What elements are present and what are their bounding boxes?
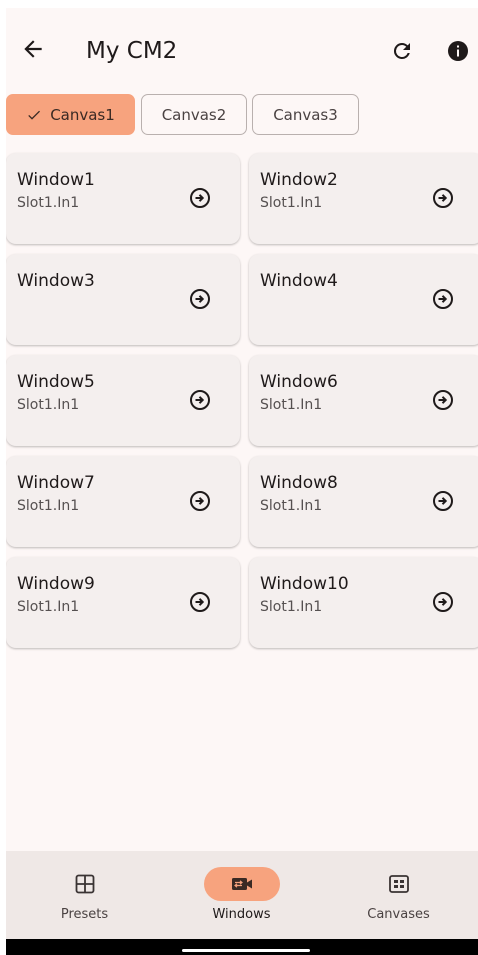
window-source: Slot1.In1 xyxy=(260,397,323,413)
window-card-5[interactable]: Window5 Slot1.In1 xyxy=(6,355,240,446)
page-title: My CM2 xyxy=(86,38,178,64)
window-name: Window2 xyxy=(260,170,338,190)
top-app-bar: My CM2 xyxy=(6,8,478,84)
app-screen: My CM2 Canvas1 Canvas2 Canvas3 Window1 S… xyxy=(6,8,478,955)
windows-switch-icon xyxy=(231,878,252,890)
nav-label: Presets xyxy=(60,907,109,922)
arrow-circle-right-icon[interactable] xyxy=(431,388,455,412)
nav-label: Windows xyxy=(212,907,271,922)
window-card-2[interactable]: Window2 Slot1.In1 xyxy=(249,153,478,244)
arrow-circle-right-icon[interactable] xyxy=(188,287,212,311)
tab-label: Canvas2 xyxy=(161,105,227,124)
window-name: Window8 xyxy=(260,473,338,493)
nav-item-canvases[interactable]: Canvases xyxy=(320,851,477,939)
tab-canvas2[interactable]: Canvas2 xyxy=(141,94,247,135)
window-name: Window4 xyxy=(260,271,338,291)
window-source: Slot1.In1 xyxy=(17,599,80,615)
check-icon xyxy=(28,110,41,120)
gesture-handle[interactable] xyxy=(182,949,310,952)
refresh-icon[interactable] xyxy=(390,39,414,63)
window-source: Slot1.In1 xyxy=(260,498,323,514)
window-source: Slot1.In1 xyxy=(260,195,323,211)
presets-layout-icon xyxy=(75,874,94,894)
window-name: Window3 xyxy=(17,271,95,291)
arrow-left-icon[interactable] xyxy=(20,36,46,62)
system-navigation-bar xyxy=(6,939,478,955)
window-name: Window5 xyxy=(17,372,95,392)
window-card-7[interactable]: Window7 Slot1.In1 xyxy=(6,456,240,547)
arrow-circle-right-icon[interactable] xyxy=(188,489,212,513)
tab-label: Canvas1 xyxy=(50,105,115,124)
arrow-circle-right-icon[interactable] xyxy=(431,590,455,614)
window-name: Window9 xyxy=(17,574,95,594)
window-card-1[interactable]: Window1 Slot1.In1 xyxy=(6,153,240,244)
arrow-circle-right-icon[interactable] xyxy=(431,186,455,210)
window-card-8[interactable]: Window8 Slot1.In1 xyxy=(249,456,478,547)
info-icon[interactable] xyxy=(446,39,470,63)
arrow-circle-right-icon[interactable] xyxy=(431,287,455,311)
window-source: Slot1.In1 xyxy=(17,397,80,413)
tab-canvas3[interactable]: Canvas3 xyxy=(252,94,359,135)
window-source: Slot1.In1 xyxy=(17,195,80,211)
canvas-tab-bar: Canvas1 Canvas2 Canvas3 xyxy=(6,94,478,136)
window-card-10[interactable]: Window10 Slot1.In1 xyxy=(249,557,478,648)
window-card-3[interactable]: Window3 xyxy=(6,254,240,345)
arrow-circle-right-icon[interactable] xyxy=(188,388,212,412)
window-name: Window7 xyxy=(17,473,95,493)
nav-item-windows[interactable]: Windows xyxy=(163,851,320,939)
window-name: Window1 xyxy=(17,170,95,190)
nav-item-presets[interactable]: Presets xyxy=(6,851,163,939)
window-source: Slot1.In1 xyxy=(17,498,80,514)
window-card-6[interactable]: Window6 Slot1.In1 xyxy=(249,355,478,446)
tab-canvas1[interactable]: Canvas1 xyxy=(6,94,135,135)
arrow-circle-right-icon[interactable] xyxy=(431,489,455,513)
window-card-4[interactable]: Window4 xyxy=(249,254,478,345)
window-name: Window10 xyxy=(260,574,349,594)
nav-label: Canvases xyxy=(367,907,430,922)
canvases-grid-icon xyxy=(388,875,409,893)
window-source: Slot1.In1 xyxy=(260,599,323,615)
arrow-circle-right-icon[interactable] xyxy=(188,186,212,210)
window-card-9[interactable]: Window9 Slot1.In1 xyxy=(6,557,240,648)
bottom-navigation: Presets Windows Canvases xyxy=(6,851,478,939)
tab-label: Canvas3 xyxy=(273,105,338,124)
window-name: Window6 xyxy=(260,372,338,392)
arrow-circle-right-icon[interactable] xyxy=(188,590,212,614)
